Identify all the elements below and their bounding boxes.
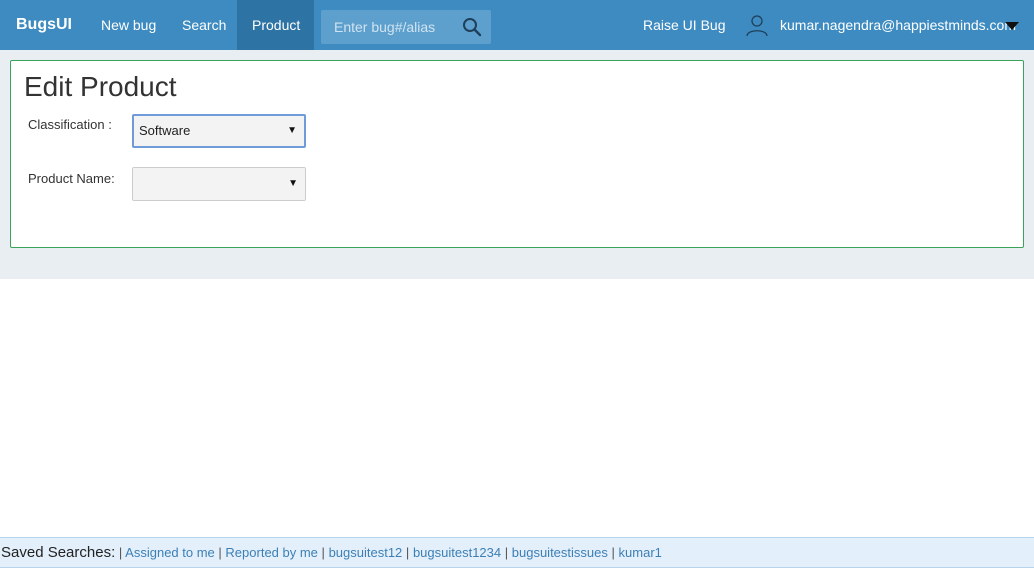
product-name-select[interactable]: ▼ bbox=[132, 167, 306, 201]
dropdown-arrow-icon: ▼ bbox=[288, 178, 298, 189]
user-menu[interactable]: kumar.nagendra@happiestminds.com bbox=[780, 0, 1016, 50]
raise-ui-bug-link[interactable]: Raise UI Bug bbox=[643, 0, 725, 50]
nav-new-bug[interactable]: New bug bbox=[86, 0, 171, 50]
edit-product-panel: Edit Product Classification : Software ▼… bbox=[10, 60, 1024, 248]
classification-label: Classification : bbox=[28, 117, 112, 132]
saved-search-bugsuitest12[interactable]: bugsuitest12 bbox=[329, 545, 403, 560]
saved-search-reported-by-me[interactable]: Reported by me bbox=[225, 545, 318, 560]
caret-down-icon[interactable] bbox=[1005, 22, 1019, 30]
dropdown-arrow-icon: ▼ bbox=[287, 125, 297, 136]
nav-product[interactable]: Product bbox=[237, 0, 314, 50]
saved-search-kumar1[interactable]: kumar1 bbox=[619, 545, 662, 560]
classification-select[interactable]: Software ▼ bbox=[132, 114, 306, 148]
saved-search-bugsuitestissues[interactable]: bugsuitestissues bbox=[512, 545, 608, 560]
user-icon bbox=[746, 15, 768, 37]
classification-value: Software bbox=[139, 123, 191, 138]
search-icon[interactable] bbox=[462, 17, 482, 37]
brand-logo[interactable]: BugsUI bbox=[16, 16, 72, 34]
saved-searches-label: Saved Searches: bbox=[1, 544, 116, 561]
bug-search-box bbox=[321, 10, 491, 44]
product-name-label: Product Name: bbox=[28, 171, 115, 186]
page-title: Edit Product bbox=[24, 71, 177, 102]
saved-searches-bar: Saved Searches: | Assigned to me | Repor… bbox=[0, 537, 1034, 568]
saved-search-bugsuitest1234[interactable]: bugsuitest1234 bbox=[413, 545, 501, 560]
bug-search-input[interactable] bbox=[321, 10, 455, 44]
top-navbar: BugsUI New bug Search Product Raise UI B… bbox=[0, 0, 1034, 50]
nav-search[interactable]: Search bbox=[167, 0, 241, 50]
saved-search-assigned-to-me[interactable]: Assigned to me bbox=[125, 545, 215, 560]
